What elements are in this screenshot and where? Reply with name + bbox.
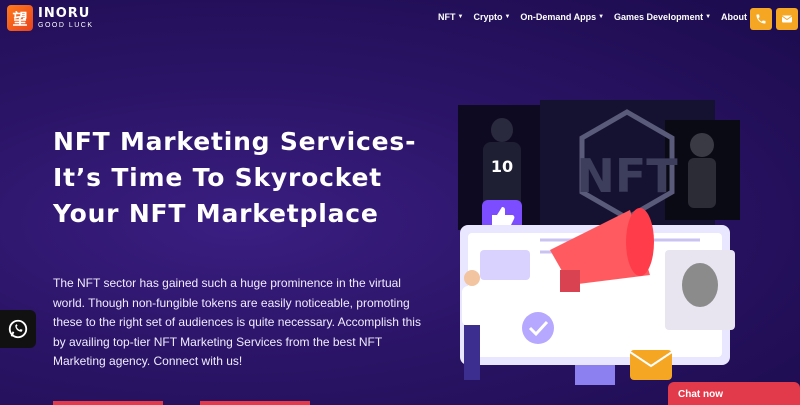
nav-item-games-development[interactable]: Games Development ▼ <box>614 12 711 22</box>
chat-now-button[interactable]: Chat now <box>668 382 800 405</box>
person-head <box>464 270 480 286</box>
caret-down-icon: ▼ <box>457 14 464 20</box>
site-header: 望 INORU GOOD LUCK NFT ▼ Crypto ▼ On-Demand… <box>0 0 800 38</box>
jersey-number: 10 <box>491 157 513 176</box>
nav-item-nft[interactable]: NFT ▼ <box>438 12 463 22</box>
logo-text: INORU GOOD LUCK <box>38 7 94 29</box>
logo-mark: 望 <box>7 5 33 31</box>
mail-icon <box>781 15 793 23</box>
nav-item-label: Games Development <box>614 12 704 22</box>
robot-head <box>690 133 714 157</box>
player-head <box>491 118 513 142</box>
nav-item-label: NFT <box>438 12 456 22</box>
main-nav: NFT ▼ Crypto ▼ On-Demand Apps ▼ Games Devel… <box>438 12 771 22</box>
person-legs <box>464 325 480 380</box>
caret-down-icon: ▼ <box>598 14 605 20</box>
whatsapp-button[interactable] <box>0 310 36 348</box>
screen-block <box>480 250 530 280</box>
monitor-stand <box>575 365 615 385</box>
nav-item-on-demand-apps[interactable]: On-Demand Apps ▼ <box>520 12 604 22</box>
check-circle <box>522 312 554 344</box>
cta-button-edge[interactable] <box>53 401 163 405</box>
robot-body <box>688 158 716 208</box>
caret-down-icon: ▼ <box>504 14 511 20</box>
brand-logo[interactable]: 望 INORU GOOD LUCK <box>7 5 94 31</box>
call-button[interactable] <box>750 8 772 30</box>
astronaut-figure <box>682 263 718 307</box>
brand-tagline: GOOD LUCK <box>38 22 94 29</box>
cta-button-edge[interactable] <box>200 401 310 405</box>
megaphone-bell <box>626 208 654 276</box>
nav-item-label: Crypto <box>473 12 503 22</box>
caret-down-icon: ▼ <box>705 14 712 20</box>
nft-marketing-illustration: NFT 10 <box>458 100 740 385</box>
megaphone-handle <box>560 270 580 292</box>
brand-name: INORU <box>38 6 91 21</box>
hero-description: The NFT sector has gained such a huge pr… <box>53 276 421 368</box>
nav-item-crypto[interactable]: Crypto ▼ <box>473 12 510 22</box>
whatsapp-icon <box>8 319 28 339</box>
person-shirt <box>462 286 482 326</box>
mail-button[interactable] <box>776 8 798 30</box>
phone-icon <box>756 14 766 24</box>
nav-item-label: On-Demand Apps <box>520 12 597 22</box>
page-title: NFT Marketing Services- It’s Time To Sky… <box>53 127 417 228</box>
nft-badge-text: NFT <box>576 149 678 203</box>
